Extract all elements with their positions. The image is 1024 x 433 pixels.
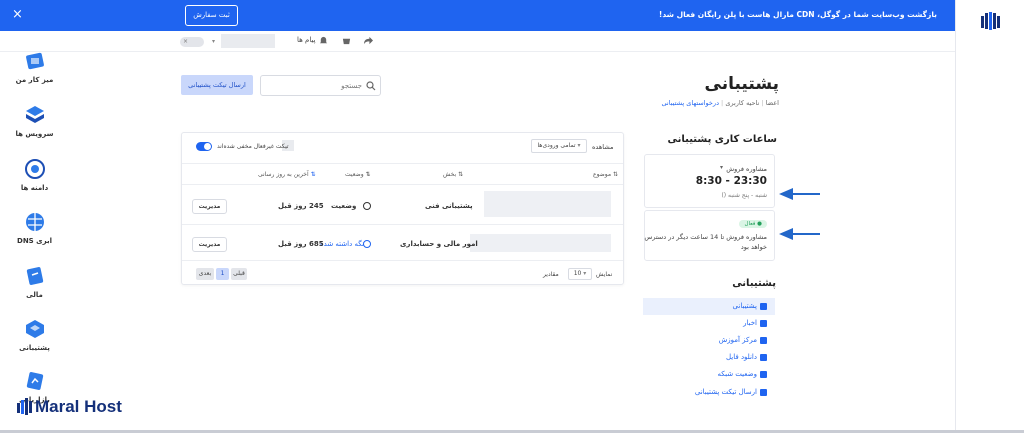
breadcrumb-item[interactable]: ناحیه کاربری <box>725 99 759 107</box>
sidebar-item-finance[interactable]: مالی <box>0 265 69 299</box>
external-link-icon <box>760 389 767 396</box>
divider <box>182 184 623 185</box>
breadcrumb-item[interactable]: اعضا <box>766 99 779 107</box>
send-ticket-button[interactable]: ارسال تیکت پشتیبانی <box>181 75 253 95</box>
next-page-button[interactable]: بعدی <box>196 268 214 280</box>
page-number[interactable]: 1 <box>216 268 229 280</box>
download-icon <box>760 354 767 361</box>
brand-logo-icon <box>981 12 1000 30</box>
services-icon <box>25 106 44 123</box>
messages-link[interactable]: پیام ها <box>297 36 316 44</box>
th-subject[interactable]: ⇅ موضوع <box>593 171 618 178</box>
menu-item-news[interactable]: اخبار <box>643 315 775 332</box>
basket-icon[interactable] <box>342 36 351 45</box>
blurred-subject <box>470 234 611 252</box>
dashboard-icon <box>25 52 44 70</box>
status-icon <box>363 202 371 210</box>
hours-title: ساعات کاری پشتیبانی <box>667 134 777 145</box>
menu-item-support[interactable]: پشتیبانی <box>643 298 775 315</box>
hide-inactive-toggle[interactable] <box>196 142 212 151</box>
share-icon[interactable] <box>364 36 373 45</box>
annotation-arrow <box>790 233 820 235</box>
finance-icon <box>26 267 43 285</box>
th-department[interactable]: ⇅ بخش <box>443 171 463 178</box>
menu-item-send-ticket[interactable]: ارسال تیکت پشتیبانی <box>643 384 775 401</box>
marketing-icon <box>26 372 43 390</box>
sales-label: مشاوره فروش <box>726 165 767 173</box>
support-icon <box>25 320 44 338</box>
row-department: پشتیبانی فنی <box>425 202 473 210</box>
banner-message: بازگشت وب‌سایت شما در گوگل، CDN مارال ها… <box>658 10 937 19</box>
th-status[interactable]: ⇅ وضعیت <box>345 171 371 178</box>
menu-item-download[interactable]: دانلود فایل <box>643 349 775 366</box>
availability-text: مشاوره فروش تا 14 ساعت دیگر در دسترس <box>644 233 767 241</box>
menu-item-network-status[interactable]: وضعیت شبکه <box>643 366 775 383</box>
breadcrumb-current: درخواستهای پشتیبانی <box>661 99 719 107</box>
row-updated: 245 روز قبل <box>278 202 324 210</box>
hold-icon <box>363 240 371 248</box>
bell-icon[interactable] <box>319 36 328 45</box>
brand-logo-icon <box>17 398 32 415</box>
manage-button[interactable]: مدیریت <box>192 237 227 252</box>
main-sidebar <box>955 0 1024 430</box>
sidebar-item-cloud-dns[interactable]: DNS ابری <box>0 211 69 245</box>
working-time: 8:30 - 23:30 <box>695 175 767 187</box>
menu-item-education[interactable]: مرکز آموزش <box>643 332 775 349</box>
per-page-suffix: مقادیر <box>543 271 559 278</box>
sidebar-item-domains[interactable]: دامنه ها <box>0 158 69 192</box>
divider <box>182 260 623 261</box>
document-icon <box>760 337 767 344</box>
breadcrumb: اعضا | ناحیه کاربری | درخواستهای پشتیبان… <box>661 99 779 107</box>
close-icon[interactable]: × <box>12 8 23 22</box>
support-menu-title: پشتیبانی <box>732 278 776 289</box>
promo-banner: × ثبت سفارش بازگشت وب‌سایت شما در گوگل، … <box>0 0 955 31</box>
chevron-down-icon[interactable]: ▾ <box>212 38 215 45</box>
status-badge: ● فعال <box>739 220 767 228</box>
arrow-head-icon <box>779 228 793 240</box>
row-updated: 685 روز قبل <box>278 240 324 248</box>
order-button[interactable]: ثبت سفارش <box>185 5 238 26</box>
divider <box>182 224 623 225</box>
annotation-arrow <box>790 193 820 195</box>
chat-icon <box>760 320 767 327</box>
page: × ثبت سفارش بازگشت وب‌سایت شما در گوگل، … <box>0 0 1024 433</box>
prev-page-button[interactable]: قبلی <box>231 268 247 280</box>
manage-button[interactable]: مدیریت <box>192 199 227 214</box>
th-last-update[interactable]: ⇅ آخرین به روز رسانی <box>258 171 316 178</box>
toolbar <box>0 31 955 52</box>
sidebar-item-dashboard[interactable]: میز کار من <box>0 50 69 84</box>
domain-icon <box>24 159 45 179</box>
filter-select[interactable]: تمامی ورودی‌ها ▾ <box>531 139 587 153</box>
row-status: نگه داشته شده <box>320 240 365 248</box>
search-input[interactable]: جستجو <box>260 75 381 96</box>
show-label: مشاهده <box>592 143 614 151</box>
row-department: امور مالی و حسابداری <box>400 240 478 248</box>
cloud-dns-icon <box>25 213 44 231</box>
chevron-down-icon[interactable]: ▾ <box>720 164 723 171</box>
brand-name: Maral Host <box>35 397 122 416</box>
page-title: پشتیبانی <box>704 74 779 94</box>
blurred-subject <box>484 191 611 217</box>
sidebar-item-support[interactable]: پشتیبانی <box>0 318 69 352</box>
signal-icon <box>760 371 767 378</box>
per-page-select[interactable]: 10 ▾ <box>568 268 592 280</box>
arrow-head-icon <box>779 188 793 200</box>
user-name-blurred <box>221 34 275 48</box>
divider <box>182 163 623 164</box>
show-label: نمایش <box>596 271 613 278</box>
hide-inactive-label: تیکت غیرفعال مخفی شده‌اند <box>217 143 289 150</box>
search-icon <box>366 81 376 91</box>
availability-text-2: خواهد بود <box>740 243 767 251</box>
working-days: شنبه - پنج شنبه () <box>721 192 767 199</box>
row-status: وضعیت <box>331 202 357 210</box>
tag-icon <box>760 303 767 310</box>
theme-toggle[interactable]: × <box>180 37 204 47</box>
sidebar-item-services[interactable]: سرویس ها <box>0 104 69 138</box>
